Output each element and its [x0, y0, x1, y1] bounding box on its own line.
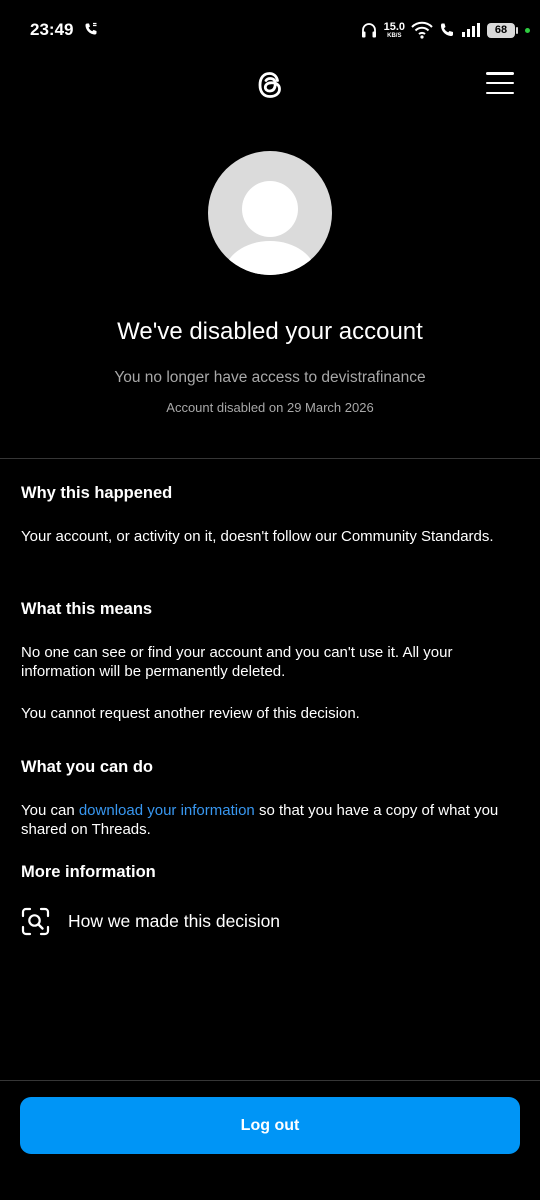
menu-line: [486, 81, 514, 85]
page-title: We've disabled your account: [117, 318, 423, 345]
menu-line: [486, 72, 514, 75]
download-information-link[interactable]: download your information: [79, 802, 255, 819]
status-time: 23:49: [30, 20, 74, 39]
can-do-heading: What you can do: [21, 758, 153, 776]
can-do-body: You can download your information so tha…: [21, 801, 521, 839]
battery-icon: 68: [487, 22, 518, 38]
privacy-indicator-dot: [525, 27, 530, 33]
default-avatar-icon: [224, 181, 316, 275]
means-body-1: No one can see or find your account and …: [21, 644, 453, 680]
logout-button[interactable]: Log out: [20, 1097, 520, 1154]
can-do-prefix: You can: [21, 802, 79, 819]
search-scan-icon: [21, 907, 50, 936]
footer-divider: [0, 1080, 540, 1081]
disabled-date: Account disabled on 29 March 2026: [166, 400, 374, 415]
wifi-icon: [411, 21, 433, 39]
hamburger-menu-icon[interactable]: [486, 72, 514, 94]
divider: [0, 458, 540, 459]
status-icons: 15.0 KB/S 68: [360, 18, 530, 42]
signal-icon: [462, 23, 480, 37]
why-heading: Why this happened: [21, 484, 173, 502]
menu-line: [486, 91, 514, 94]
status-bar: 23:49 15.0 KB/S 68: [0, 0, 540, 60]
wifi-call-icon: [85, 22, 97, 35]
means-heading: What this means: [21, 600, 153, 618]
means-body-2: You cannot request another review of thi…: [21, 705, 360, 722]
headphones-icon: [361, 23, 376, 38]
how-we-made-decision-item[interactable]: How we made this decision: [21, 907, 280, 936]
avatar: [208, 151, 332, 275]
how-we-made-decision-label: How we made this decision: [68, 911, 281, 931]
why-body: Your account, or activity on it, doesn't…: [21, 528, 494, 545]
net-speed: 15.0 KB/S: [383, 20, 405, 39]
threads-logo-icon: [258, 72, 281, 98]
access-subtitle: You no longer have access to devistrafin…: [114, 369, 426, 386]
more-info-heading: More information: [21, 863, 156, 881]
volte-call-icon: [441, 23, 453, 36]
